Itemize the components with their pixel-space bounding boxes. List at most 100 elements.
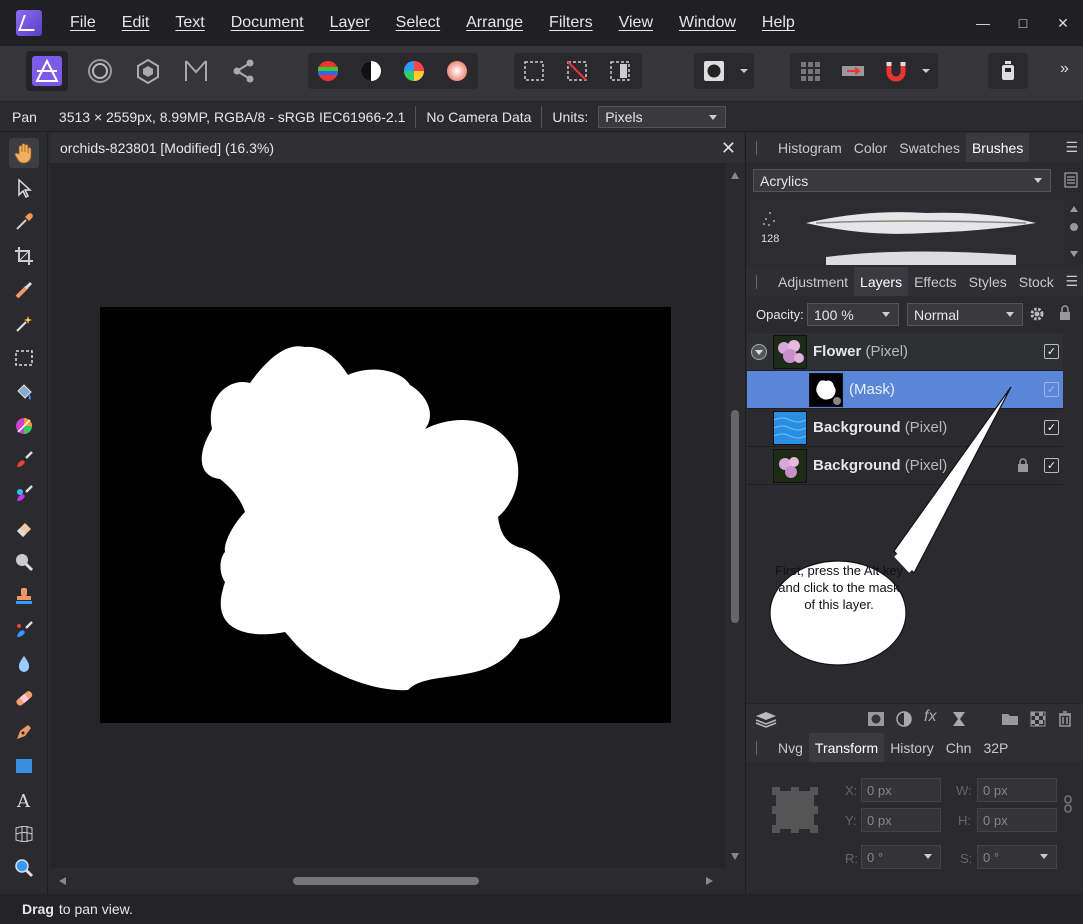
gear-icon[interactable] xyxy=(1029,306,1045,322)
white-balance-button[interactable] xyxy=(437,53,477,89)
tab-swatches[interactable]: Swatches xyxy=(893,133,966,162)
artistic-text-tool[interactable]: A xyxy=(9,785,39,815)
tab-32p[interactable]: 32P xyxy=(977,733,1014,762)
develop-persona-button[interactable] xyxy=(128,53,168,89)
export-persona-button[interactable] xyxy=(224,53,264,89)
force-pixel-alignment-button[interactable] xyxy=(833,53,873,89)
add-pixel-layer-icon[interactable] xyxy=(1030,711,1046,727)
tab-channels[interactable]: Chn xyxy=(940,733,978,762)
height-field[interactable]: 0 px xyxy=(977,808,1057,832)
menu-layer[interactable]: Layer xyxy=(330,14,370,32)
invert-selection-button[interactable] xyxy=(600,53,640,89)
visibility-checkbox[interactable]: ✓ xyxy=(1044,344,1059,359)
menu-text[interactable]: Text xyxy=(175,14,204,32)
quick-mask-button[interactable] xyxy=(694,53,734,89)
gradient-tool[interactable] xyxy=(9,411,39,441)
pen-tool[interactable] xyxy=(9,717,39,747)
menu-filters[interactable]: Filters xyxy=(549,14,593,32)
close-window-button[interactable]: ✕ xyxy=(1043,15,1083,32)
color-replacement-tool[interactable] xyxy=(9,479,39,509)
layer-row-flower[interactable]: Flower (Pixel) ✓ xyxy=(747,333,1063,371)
menu-select[interactable]: Select xyxy=(396,14,440,32)
rectangle-tool[interactable] xyxy=(9,751,39,781)
document-tab[interactable]: orchids-823801 [Modified] (16.3%) ✕ xyxy=(50,133,744,163)
deselect-button[interactable] xyxy=(557,53,597,89)
x-position-field[interactable]: 0 px xyxy=(861,778,941,802)
zoom-tool[interactable] xyxy=(9,853,39,883)
anchor-point-selector-icon[interactable] xyxy=(772,787,818,833)
hsl-button[interactable] xyxy=(394,53,434,89)
flood-select-tool[interactable] xyxy=(9,309,39,339)
expand-triangle-icon[interactable] xyxy=(751,344,767,360)
opacity-select[interactable]: 100 % xyxy=(807,303,899,326)
delete-layer-icon[interactable] xyxy=(1058,711,1072,727)
mesh-warp-tool[interactable] xyxy=(9,819,39,849)
liquify-persona-button[interactable] xyxy=(80,53,120,89)
menu-help[interactable]: Help xyxy=(762,14,795,32)
blend-mode-select[interactable]: Normal xyxy=(907,303,1023,326)
tab-effects[interactable]: Effects xyxy=(908,267,963,296)
mask-canvas[interactable] xyxy=(100,307,671,723)
color-picker-tool[interactable] xyxy=(9,207,39,237)
close-document-button[interactable]: ✕ xyxy=(721,138,736,159)
add-mask-icon[interactable] xyxy=(867,711,885,727)
marquee-tool[interactable] xyxy=(9,343,39,373)
tab-adjustment[interactable]: Adjustment xyxy=(772,267,854,296)
move-tool[interactable] xyxy=(9,173,39,203)
menu-arrange[interactable]: Arrange xyxy=(466,14,523,32)
flood-fill-tool[interactable] xyxy=(9,377,39,407)
inpainting-brush-tool[interactable] xyxy=(9,683,39,713)
shear-field[interactable]: 0 ° xyxy=(977,845,1057,869)
tab-navigator[interactable]: Nvg xyxy=(772,733,809,762)
tab-history[interactable]: History xyxy=(884,733,940,762)
menu-view[interactable]: View xyxy=(619,14,653,32)
tab-stock[interactable]: Stock xyxy=(1013,267,1060,296)
blur-brush-tool[interactable] xyxy=(9,649,39,679)
menu-document[interactable]: Document xyxy=(231,14,304,32)
rotation-field[interactable]: 0 ° xyxy=(861,845,941,869)
assistant-button[interactable] xyxy=(790,53,830,89)
link-icon[interactable] xyxy=(1063,795,1073,813)
clone-brush-tool[interactable] xyxy=(9,581,39,611)
menu-file[interactable]: File xyxy=(70,14,96,32)
horizontal-scrollbar[interactable] xyxy=(50,868,726,894)
brush-stroke-preview[interactable] xyxy=(746,199,1064,265)
contrast-button[interactable] xyxy=(351,53,391,89)
erase-brush-tool[interactable] xyxy=(9,513,39,543)
menu-window[interactable]: Window xyxy=(679,14,736,32)
photo-persona-button[interactable] xyxy=(26,51,68,91)
toolbar-overflow-button[interactable]: » xyxy=(1060,60,1069,78)
vertical-scrollbar[interactable] xyxy=(726,163,744,868)
blemish-removal-tool[interactable] xyxy=(9,615,39,645)
brush-category-select[interactable]: Acrylics xyxy=(753,169,1051,192)
lock-icon[interactable] xyxy=(1059,305,1071,321)
tone-mapping-persona-button[interactable] xyxy=(176,53,216,89)
select-all-button[interactable] xyxy=(514,53,554,89)
tab-layers[interactable]: Layers xyxy=(854,267,909,296)
maximize-button[interactable]: □ xyxy=(1003,15,1043,31)
crop-tool[interactable] xyxy=(9,241,39,271)
panel-menu-icon[interactable]: ☰ xyxy=(1065,273,1078,290)
brush-list-scrollbar[interactable] xyxy=(1067,203,1081,263)
menu-edit[interactable]: Edit xyxy=(122,14,150,32)
brush-list-menu-icon[interactable] xyxy=(1064,172,1078,188)
view-tool[interactable] xyxy=(9,138,39,168)
brush-list[interactable]: 128 xyxy=(746,199,1064,265)
panel-menu-icon[interactable]: ☰ xyxy=(1065,139,1078,156)
tab-color[interactable]: Color xyxy=(848,133,893,162)
snapping-dropdown[interactable] xyxy=(918,53,934,89)
levels-button[interactable] xyxy=(308,53,348,89)
fx-icon[interactable]: fx xyxy=(924,708,936,726)
tab-styles[interactable]: Styles xyxy=(963,267,1013,296)
selection-brush-tool[interactable] xyxy=(9,275,39,305)
width-field[interactable]: 0 px xyxy=(977,778,1057,802)
dodge-brush-tool[interactable] xyxy=(9,547,39,577)
layers-stack-icon[interactable] xyxy=(755,710,777,728)
units-select[interactable]: Pixels xyxy=(598,105,727,128)
adjustment-icon[interactable] xyxy=(896,711,912,727)
paint-brush-tool[interactable] xyxy=(9,445,39,475)
tab-brushes[interactable]: Brushes xyxy=(965,133,1030,162)
quick-mask-dropdown[interactable] xyxy=(736,53,752,89)
tab-histogram[interactable]: Histogram xyxy=(772,133,848,162)
tab-transform[interactable]: Transform xyxy=(808,733,885,762)
